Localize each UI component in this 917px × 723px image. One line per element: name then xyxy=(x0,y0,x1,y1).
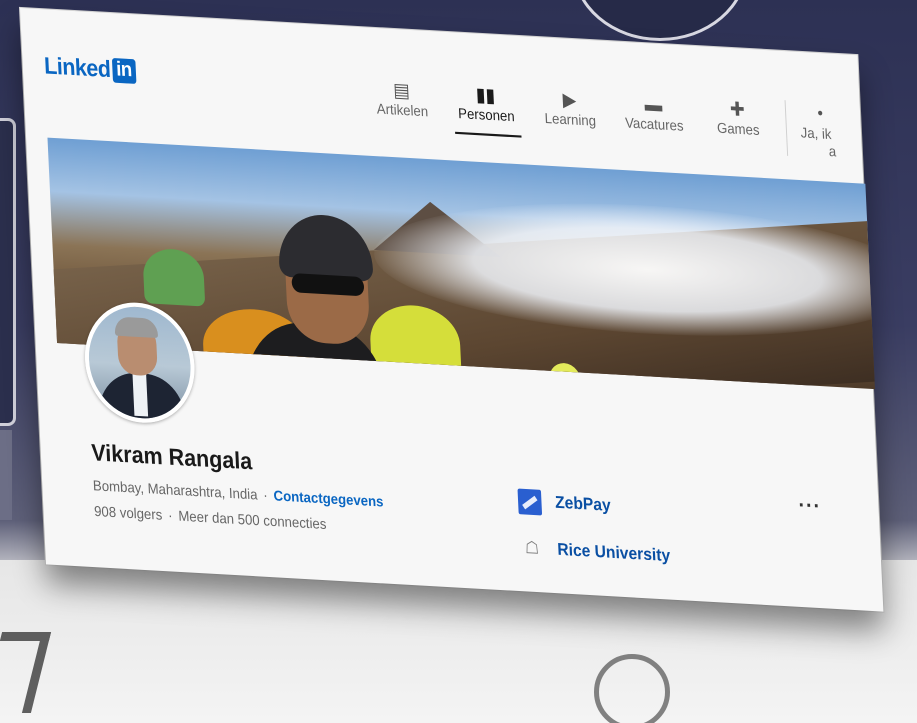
logo-in-box: in xyxy=(111,57,137,84)
profile-followers-line: 908 volgers · Meer dan 500 connecties xyxy=(94,503,327,532)
profile-name: Vikram Rangala xyxy=(90,438,253,475)
learning-icon: ▶ xyxy=(562,88,577,111)
nav-label: Artikelen xyxy=(376,100,429,120)
followers-count[interactable]: 908 volgers xyxy=(94,503,163,523)
nav-more-label-line1: Ja, ik xyxy=(800,124,832,143)
background-tab-decoration xyxy=(0,430,12,520)
people-icon: ▮▮ xyxy=(475,83,496,107)
nav-item-people[interactable]: ▮▮ Personen xyxy=(443,81,529,125)
nav-item-more[interactable]: ● Ja, ik a xyxy=(799,101,845,161)
linkedin-logo[interactable]: Linked in xyxy=(43,52,137,85)
nav-item-articles[interactable]: ▤ Artikelen xyxy=(359,76,445,120)
rice-university-logo-icon: ☖ xyxy=(524,539,540,559)
nav-item-learning[interactable]: ▶ Learning xyxy=(527,86,613,130)
experience-name: ZebPay xyxy=(554,493,612,516)
contact-info-link[interactable]: Contactgegevens xyxy=(273,488,384,510)
articles-icon: ▤ xyxy=(392,79,411,102)
nav-item-games[interactable]: ✚ Games xyxy=(695,95,781,139)
games-icon: ✚ xyxy=(729,98,746,121)
more-dot-icon: ● xyxy=(817,107,824,120)
linkedin-profile-card: Linked in ▤ Artikelen ▮▮ Personen ▶ Lear… xyxy=(20,8,884,612)
nav-label: Vacatures xyxy=(624,114,684,134)
zebpay-logo-icon xyxy=(517,488,543,516)
nav-item-jobs[interactable]: ▬ Vacatures xyxy=(611,90,697,134)
background-panel-decoration xyxy=(0,118,16,426)
nav-more-label-line2: a xyxy=(828,143,837,160)
education-item-rice-university[interactable]: ☖ Rice University xyxy=(520,536,671,570)
cover-person-cap xyxy=(276,212,374,282)
avatar-shirt xyxy=(132,372,149,417)
connections-count[interactable]: Meer dan 500 connecties xyxy=(178,508,327,532)
experience-item-zebpay[interactable]: ZebPay xyxy=(517,488,612,520)
separator-dot: · xyxy=(167,507,173,524)
top-navigation: ▤ Artikelen ▮▮ Personen ▶ Learning ▬ Vac… xyxy=(359,76,845,161)
profile-location: Bombay, Maharashtra, India xyxy=(92,477,258,503)
more-options-button[interactable]: ··· xyxy=(798,494,822,520)
nav-label: Games xyxy=(716,119,760,139)
cover-tent xyxy=(142,247,206,307)
cover-person-sunglasses xyxy=(291,273,365,297)
jobs-icon: ▬ xyxy=(644,93,663,116)
separator-dot: · xyxy=(262,486,269,504)
logo-text: Linked xyxy=(43,52,111,83)
education-name: Rice University xyxy=(556,540,671,566)
nav-divider xyxy=(784,100,789,156)
nav-label: Personen xyxy=(457,105,515,125)
background-circle-decoration xyxy=(572,0,748,41)
background-logo-decoration xyxy=(594,654,670,723)
avatar-hair xyxy=(114,316,159,339)
nav-label: Learning xyxy=(544,110,597,130)
